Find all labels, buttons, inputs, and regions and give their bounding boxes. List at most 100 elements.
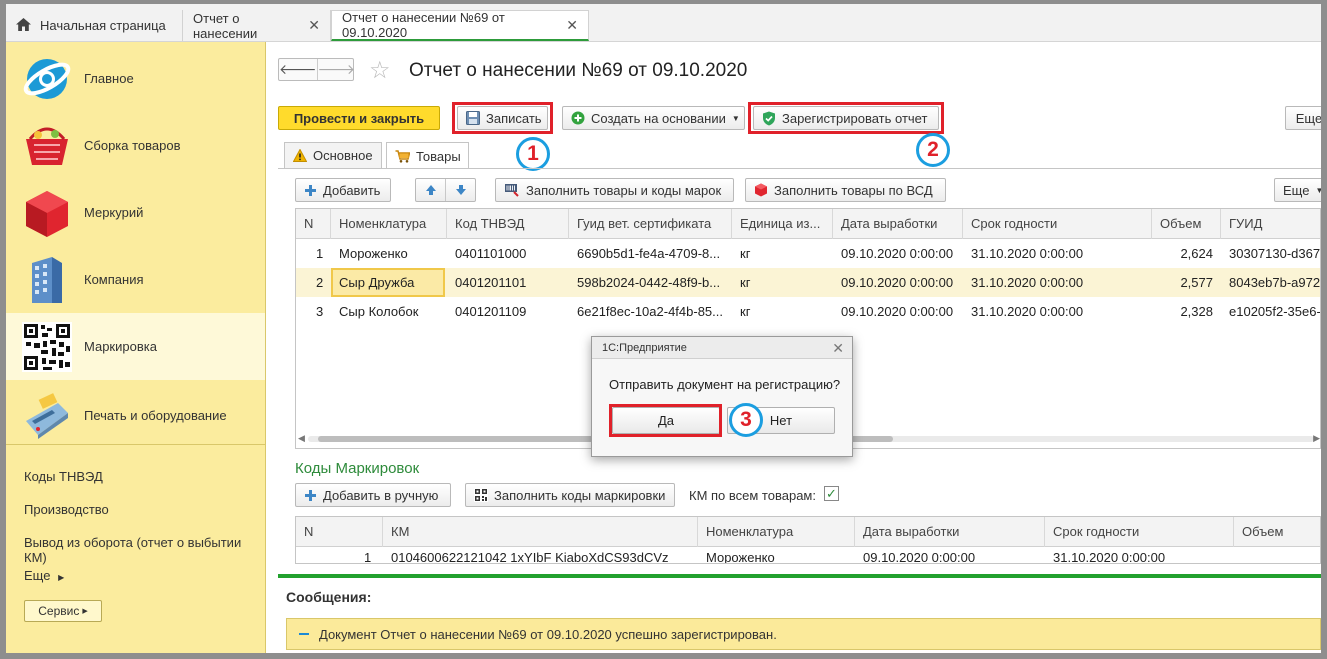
column-header[interactable]: Дата выработки	[833, 209, 963, 239]
column-header[interactable]: Срок годности	[1045, 517, 1234, 547]
more-label: Еще	[24, 568, 51, 583]
close-icon[interactable]: ✕	[308, 17, 320, 34]
scroll-right-icon[interactable]: ▶	[1313, 433, 1320, 444]
sidebar-item-main[interactable]: Главное	[6, 45, 265, 112]
plus-icon	[304, 184, 317, 197]
column-header[interactable]: Единица из...	[732, 209, 833, 239]
table-row[interactable]: 3 Сыр Колобок 0401201109 6e21f8ec-10a2-4…	[296, 297, 1320, 326]
row-number: 2	[316, 275, 324, 290]
fill-marking-codes-button[interactable]: Заполнить коды маркировки	[465, 483, 675, 507]
cell-tnved-code: 0401101000	[455, 246, 527, 261]
tab-label: Товары	[416, 148, 461, 164]
sidebar-item-label: Главное	[84, 71, 134, 86]
tab-main[interactable]: Основное	[284, 142, 382, 168]
building-icon	[22, 255, 72, 305]
cell-guid: 8043eb7b-a972-43	[1229, 275, 1321, 290]
column-header[interactable]: N	[296, 517, 383, 547]
caret-right-icon: ▶	[82, 608, 88, 615]
move-up-icon[interactable]	[416, 179, 446, 201]
column-header[interactable]: Номенклатура	[698, 517, 855, 547]
dropdown-caret-icon: ▼	[731, 113, 740, 123]
sidebar-item-marking[interactable]: Маркировка	[6, 313, 265, 380]
back-arrow-icon[interactable]: 🡐	[279, 59, 318, 80]
sidebar-item-printing[interactable]: Печать и оборудование	[6, 382, 265, 449]
column-header[interactable]: КМ	[383, 517, 698, 547]
sidebar-item-label: Маркировка	[84, 339, 157, 354]
row-number: 1	[316, 246, 324, 261]
sidebar-divider	[6, 444, 265, 445]
button-label: Создать на основании	[591, 110, 726, 126]
cell-expiry-date: 31.10.2020 0:00:00	[971, 304, 1084, 319]
button-label: Заполнить товары и коды марок	[526, 182, 722, 198]
section-title: Коды Маркировок	[295, 460, 420, 477]
km-all-goods-checkbox[interactable]: ✓	[824, 486, 839, 501]
cell-marking-code: 0104600622121042 1xYIbF KiaboXdCS93dCVz	[391, 550, 669, 564]
qr-code-icon	[474, 488, 488, 502]
tab-report-document[interactable]: Отчет о нанесении №69 от 09.10.2020 ✕	[331, 10, 589, 41]
forward-arrow-icon[interactable]: 🡒	[318, 59, 356, 80]
column-header[interactable]: Номенклатура	[331, 209, 447, 239]
sidebar-item-label: Сборка товаров	[84, 138, 181, 153]
table-row[interactable]: 1 Мороженко 0401101000 6690b5d1-fe4a-470…	[296, 239, 1320, 268]
tab-goods[interactable]: Товары	[386, 142, 469, 169]
basket-icon	[22, 121, 72, 171]
cell-production-date: 09.10.2020 0:00:00	[863, 550, 976, 564]
globe-icon	[22, 54, 72, 104]
sidebar-link-tnved[interactable]: Коды ТНВЭД	[24, 469, 103, 484]
cell-volume: 2,624	[1180, 246, 1213, 261]
message-marker-icon	[299, 633, 309, 635]
tab-home[interactable]: Начальная страница	[6, 10, 183, 41]
cell-tnved-code: 0401201101	[455, 275, 527, 290]
tab-label: Отчет о нанесении	[193, 10, 258, 41]
sidebar-link-more[interactable]: Еще ▶	[24, 568, 64, 583]
scroll-left-icon[interactable]: ◀	[298, 433, 305, 444]
service-button[interactable]: Сервис ▶	[24, 600, 102, 622]
create-based-on-button[interactable]: Создать на основании ▼	[562, 106, 745, 130]
post-and-close-button[interactable]: Провести и закрыть	[278, 106, 440, 130]
tab-report-list[interactable]: Отчет о нанесении ✕	[183, 10, 331, 41]
close-icon[interactable]: ✕	[566, 17, 578, 34]
sidebar-link-withdrawal[interactable]: Вывод из оборота (отчет о выбытии КМ)	[24, 535, 265, 565]
caret-right-icon: ▶	[58, 573, 65, 582]
move-down-icon[interactable]	[446, 179, 475, 201]
goods-more-button[interactable]: Еще ▼	[1274, 178, 1324, 202]
highlight-frame-3	[609, 404, 722, 437]
column-header[interactable]: N	[296, 209, 331, 239]
dialog-titlebar: 1С:Предприятие ✕	[592, 337, 852, 359]
column-header[interactable]: ГУИД	[1221, 209, 1320, 239]
column-header[interactable]: Объем	[1152, 209, 1221, 239]
favorite-star-icon[interactable]: ☆	[369, 56, 391, 85]
cell-vet-cert-guid: 6690b5d1-fe4a-4709-8...	[577, 246, 721, 261]
column-header[interactable]: Код ТНВЭД	[447, 209, 569, 239]
sidebar-item-assembly[interactable]: Сборка товаров	[6, 112, 265, 179]
column-header[interactable]: Срок годности	[963, 209, 1152, 239]
fill-goods-and-codes-button[interactable]: Заполнить товары и коды марок	[495, 178, 734, 202]
button-label: Добавить	[323, 182, 381, 198]
more-actions-button[interactable]: Еще	[1285, 106, 1321, 130]
column-header[interactable]: Объем	[1234, 517, 1320, 547]
message-item[interactable]: Документ Отчет о нанесении №69 от 09.10.…	[286, 618, 1321, 650]
sidebar-link-production[interactable]: Производство	[24, 502, 109, 517]
fill-goods-by-vsd-button[interactable]: Заполнить товары по ВСД	[745, 178, 946, 202]
service-label: Сервис	[38, 604, 80, 618]
messages-splitter[interactable]	[278, 574, 1321, 578]
annotation-marker-1: 1	[516, 137, 550, 171]
sidebar-item-company[interactable]: Компания	[6, 246, 265, 313]
column-header[interactable]: Гуид вет. сертификата	[569, 209, 732, 239]
table-row-selected[interactable]: 2 Сыр Дружба 0401201101 598b2024-0442-48…	[296, 268, 1320, 297]
table-row[interactable]: 1 0104600622121042 1xYIbF KiaboXdCS93dCV…	[296, 548, 1320, 564]
highlight-frame-1	[452, 102, 553, 134]
tab-label: Начальная страница	[40, 18, 166, 33]
add-manual-button[interactable]: Добавить в ручную	[295, 483, 451, 507]
sidebar-item-mercury[interactable]: Меркурий	[6, 179, 265, 246]
add-row-button[interactable]: Добавить	[295, 178, 391, 202]
marking-codes-table: N КМ Номенклатура Дата выработки Срок го…	[295, 516, 1321, 564]
warning-icon	[293, 149, 307, 162]
column-header[interactable]: Дата выработки	[855, 517, 1045, 547]
qr-code-icon	[22, 321, 72, 372]
close-icon[interactable]: ✕	[832, 337, 844, 359]
app-window: Начальная страница Отчет о нанесении ✕ О…	[0, 0, 1327, 659]
cell-guid: 30307130-d367-48	[1229, 246, 1321, 261]
tab-divider	[278, 168, 1321, 169]
dropdown-caret-icon: ▼	[1315, 185, 1324, 195]
